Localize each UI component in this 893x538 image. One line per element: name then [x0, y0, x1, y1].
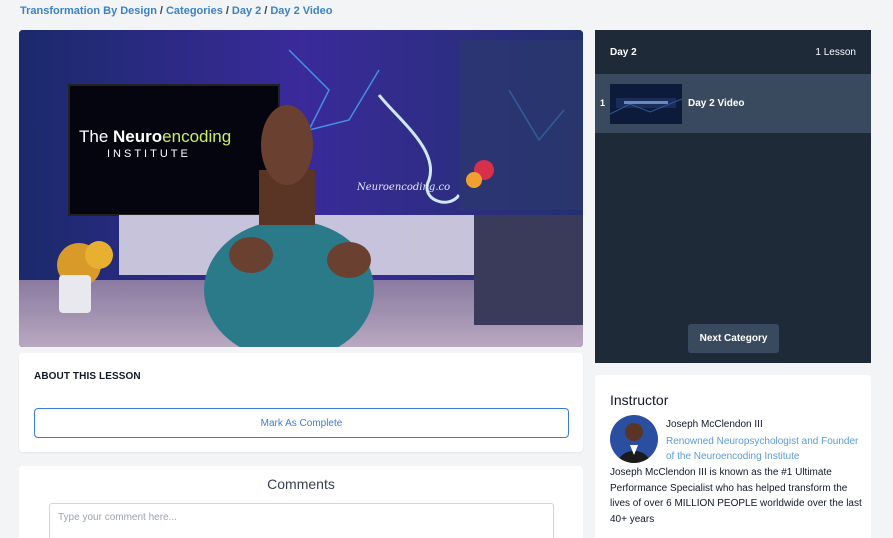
breadcrumb-categories-link[interactable]: Categories — [166, 5, 223, 17]
breadcrumb-course-link[interactable]: Transformation By Design — [20, 5, 157, 17]
instructor-heading: Instructor — [610, 392, 669, 408]
breadcrumb-lesson-link[interactable]: Day 2 Video — [270, 5, 332, 17]
video-player[interactable]: The Neuroencoding INSTITUTE Neuroencodin… — [19, 30, 583, 347]
neon-sign-text: Neuroencoding.co — [356, 182, 450, 193]
lesson-number: 1 — [600, 98, 606, 108]
category-title: Day 2 — [610, 47, 637, 58]
comments-card: Comments — [19, 466, 583, 538]
instructor-card: Instructor Joseph McClendon III Renowned… — [595, 375, 871, 538]
sign-text-neuro: Neuro — [113, 127, 162, 146]
next-category-button[interactable]: Next Category — [688, 324, 779, 353]
breadcrumb-category-link[interactable]: Day 2 — [232, 5, 261, 17]
sign-text-encoding: encoding — [162, 127, 231, 146]
instructor-bio: Joseph McClendon III is known as the #1 … — [610, 467, 862, 525]
lessons-panel: Day 2 1 Lesson 1 Day 2 Video Next Catego… — [595, 30, 871, 363]
about-lesson-title: ABOUT THIS LESSON — [34, 371, 141, 382]
lessons-header: Day 2 1 Lesson — [595, 30, 871, 74]
sign-text-institute: INSTITUTE — [107, 148, 191, 160]
lesson-thumbnail — [610, 84, 682, 124]
mark-complete-button[interactable]: Mark As Complete — [34, 408, 569, 438]
lesson-item[interactable]: 1 Day 2 Video — [595, 74, 871, 133]
instructor-name: Joseph McClendon III — [666, 419, 763, 430]
sign-text-the: The — [79, 127, 113, 146]
breadcrumb-separator: / — [264, 5, 268, 17]
breadcrumb-separator: / — [159, 5, 163, 17]
comment-input[interactable] — [49, 503, 554, 538]
breadcrumb-separator: / — [225, 5, 229, 17]
lesson-count: 1 Lesson — [815, 47, 856, 58]
video-frame-image: The Neuroencoding INSTITUTE Neuroencodin… — [19, 30, 583, 347]
svg-text:The Neuroencoding: The Neuroencoding — [79, 127, 231, 146]
instructor-role: Renowned Neuropsychologist and Founder o… — [666, 436, 859, 462]
lesson-label: Day 2 Video — [688, 98, 745, 109]
instructor-avatar — [610, 415, 658, 463]
about-lesson-card: ABOUT THIS LESSON Mark As Complete — [19, 353, 583, 452]
breadcrumb: Transformation By Design / Categories / Day … — [20, 5, 333, 17]
comments-title: Comments — [267, 476, 335, 492]
